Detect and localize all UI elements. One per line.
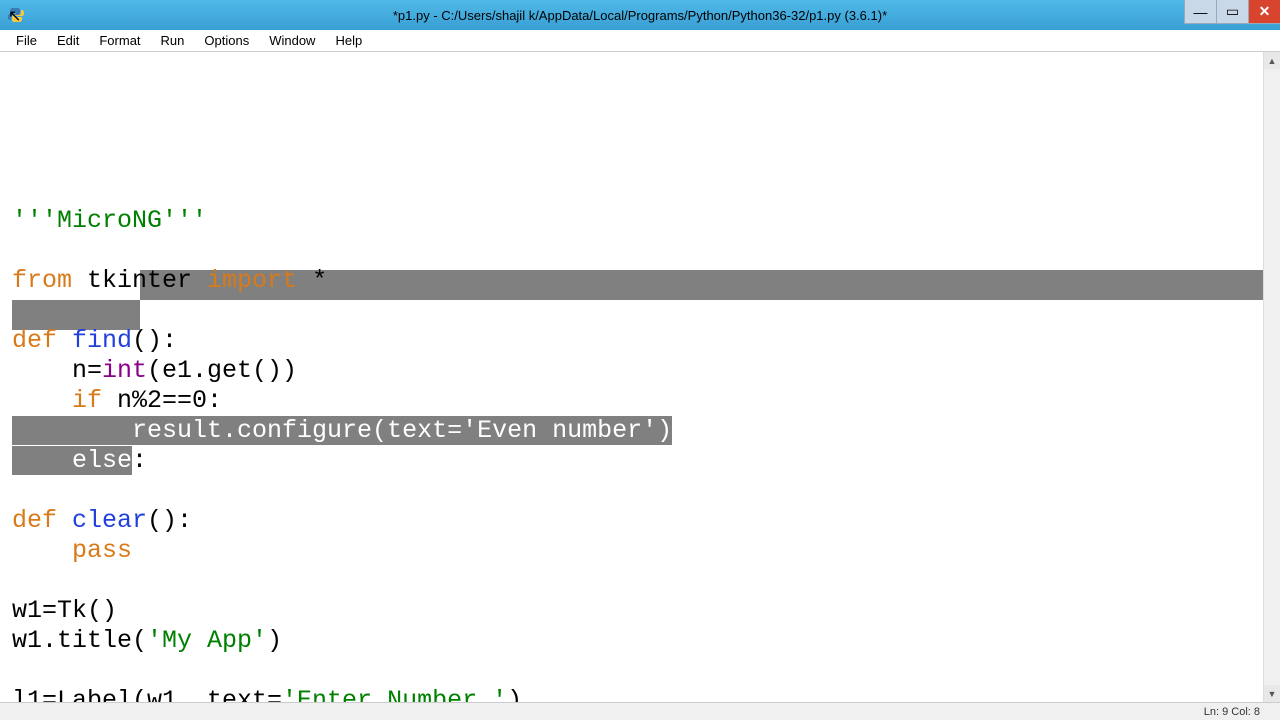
menu-window[interactable]: Window xyxy=(259,31,325,50)
code-editor[interactable]: '''MicroNG''' from tkinter import * def … xyxy=(0,52,1263,702)
vertical-scrollbar[interactable]: ▲ ▼ xyxy=(1263,52,1280,702)
menu-run[interactable]: Run xyxy=(151,31,195,50)
menubar: File Edit Format Run Options Window Help xyxy=(0,30,1280,52)
titlebar: *p1.py - C:/Users/shajil k/AppData/Local… xyxy=(0,0,1280,30)
mouse-cursor-icon: ↖ xyxy=(8,6,21,26)
cursor-position: Ln: 9 Col: 8 xyxy=(1204,706,1260,718)
window-title: *p1.py - C:/Users/shajil k/AppData/Local… xyxy=(393,8,887,23)
menu-edit[interactable]: Edit xyxy=(47,31,89,50)
minimize-button[interactable]: — xyxy=(1184,0,1216,24)
menu-help[interactable]: Help xyxy=(325,31,372,50)
menu-file[interactable]: File xyxy=(6,31,47,50)
menu-options[interactable]: Options xyxy=(194,31,259,50)
statusbar: Ln: 9 Col: 8 xyxy=(0,702,1280,720)
scroll-up-icon[interactable]: ▲ xyxy=(1264,52,1280,69)
scroll-down-icon[interactable]: ▼ xyxy=(1264,685,1280,702)
close-button[interactable]: ✕ xyxy=(1248,0,1280,24)
menu-format[interactable]: Format xyxy=(89,31,150,50)
maximize-button[interactable]: ▭ xyxy=(1216,0,1248,24)
